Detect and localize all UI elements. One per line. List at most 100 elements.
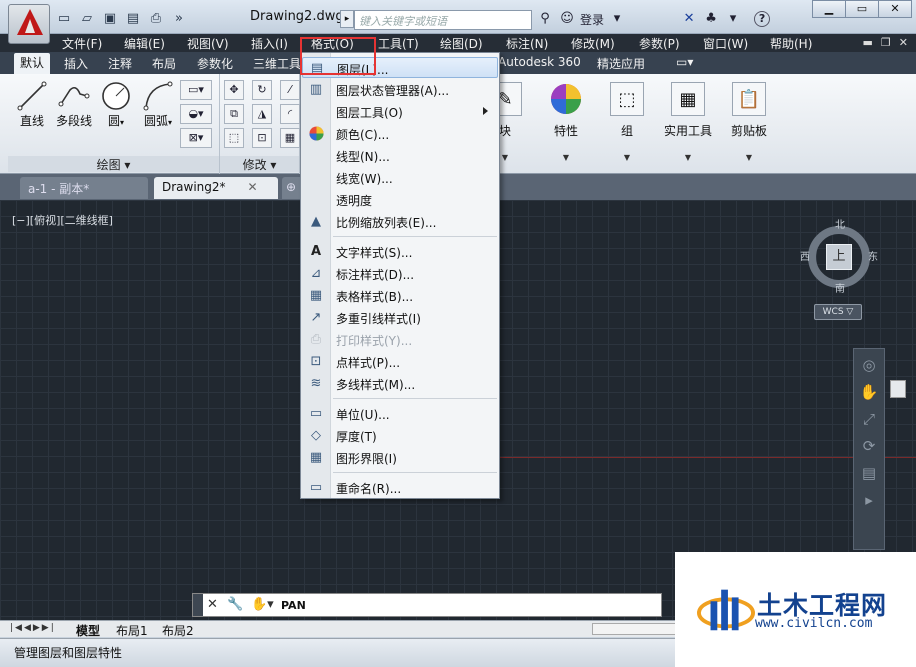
- tab-insert[interactable]: 插入: [64, 55, 88, 72]
- application-menu-button[interactable]: [8, 4, 50, 44]
- save-as-icon[interactable]: ▤: [123, 8, 143, 28]
- menu-item-dim-style[interactable]: ⊿ 标注样式(D)...: [302, 263, 498, 284]
- viewcube[interactable]: 上 北 南 东 西: [800, 220, 878, 295]
- menu-item-thickness[interactable]: ◇ 厚度(T): [302, 425, 498, 446]
- mirror-icon[interactable]: ◮: [252, 104, 272, 124]
- showmotion-icon[interactable]: ▤: [857, 462, 881, 484]
- arc-tool[interactable]: 圆弧▾: [136, 80, 180, 129]
- menu-item-layer-tools[interactable]: 图层工具(O): [302, 101, 498, 122]
- circle-tool[interactable]: 圆▾: [96, 80, 136, 129]
- menu-item-mleader-style[interactable]: ↗ 多重引线样式(I): [302, 307, 498, 328]
- menu-file[interactable]: 文件(F): [62, 35, 102, 52]
- menu-modify[interactable]: 修改(M): [571, 35, 615, 52]
- minimize-button[interactable]: ▁: [812, 0, 846, 18]
- command-close-icon[interactable]: ✕: [207, 597, 218, 612]
- steering-wheel-icon[interactable]: ◎: [857, 354, 881, 376]
- help-icon[interactable]: ?: [754, 11, 771, 27]
- new-file-icon[interactable]: ▭: [54, 8, 74, 28]
- layout-nav-icons[interactable]: |◀◀▶▶|: [10, 623, 56, 633]
- menu-item-point-style[interactable]: ⊡ 点样式(P)...: [302, 351, 498, 372]
- menu-parametric[interactable]: 参数(P): [639, 35, 680, 52]
- signin-label[interactable]: 登录: [580, 11, 604, 28]
- exchange-icon[interactable]: ✕: [680, 10, 698, 28]
- doc-restore-icon[interactable]: ❐: [881, 36, 891, 49]
- tab-parametric[interactable]: 参数化: [197, 55, 233, 72]
- print-icon[interactable]: ⎙: [146, 8, 166, 28]
- wcs-menu[interactable]: WCS ▽: [814, 304, 862, 320]
- tab-autodesk-360[interactable]: Autodesk 360: [498, 55, 581, 69]
- tab-annotate[interactable]: 注释: [108, 55, 132, 72]
- user-icon[interactable]: ☺: [558, 10, 576, 28]
- menu-item-layer-state[interactable]: ▥ 图层状态管理器(A)...: [302, 79, 498, 100]
- properties-panel[interactable]: 特性 ▼: [537, 74, 595, 162]
- layout-tab-model[interactable]: 模型: [76, 622, 100, 639]
- menu-dimension[interactable]: 标注(N): [506, 35, 548, 52]
- rectangle-button[interactable]: ▭▾: [180, 80, 212, 100]
- open-file-icon[interactable]: ▱: [77, 8, 97, 28]
- copy-icon[interactable]: ⧉: [224, 104, 244, 124]
- menu-item-scale-list[interactable]: ▲ 比例缩放列表(E)...: [302, 211, 498, 232]
- tab-3d-tools[interactable]: 三维工具: [253, 55, 301, 72]
- doc-tab-drawing2[interactable]: Drawing2* ✕: [154, 177, 278, 199]
- gradient-button[interactable]: ⊠▾: [180, 128, 212, 148]
- menu-insert[interactable]: 插入(I): [251, 35, 288, 52]
- clipboard-dropdown-icon[interactable]: ▼: [720, 153, 778, 162]
- polyline-tool[interactable]: 多段线: [52, 80, 96, 129]
- viewcube-top-face[interactable]: 上: [826, 244, 852, 270]
- menu-item-units[interactable]: ▭ 单位(U)...: [302, 403, 498, 424]
- command-line[interactable]: ✕ 🔧 ✋▾ PAN: [192, 593, 662, 617]
- menu-view[interactable]: 视图(V): [187, 35, 229, 52]
- utilities-dropdown-icon[interactable]: ▼: [659, 153, 717, 162]
- menu-edit[interactable]: 编辑(E): [124, 35, 165, 52]
- move-icon[interactable]: ✥: [224, 80, 244, 100]
- draw-panel-title[interactable]: 绘图 ▾: [8, 156, 219, 172]
- stretch-icon[interactable]: ⬚: [224, 128, 244, 148]
- pan-icon[interactable]: ✋: [857, 381, 881, 403]
- app-store-icon[interactable]: ♣: [702, 10, 720, 28]
- tab-layout[interactable]: 布局: [152, 55, 176, 72]
- rotate-icon[interactable]: ↻: [252, 80, 272, 100]
- menu-item-lineweight[interactable]: 线宽(W)...: [302, 167, 498, 188]
- more-dropdown-icon[interactable]: ▾: [724, 10, 742, 28]
- trim-icon[interactable]: ⁄: [280, 80, 300, 100]
- line-tool[interactable]: 直线: [14, 80, 50, 129]
- menu-item-mline-style[interactable]: ≋ 多线样式(M)...: [302, 373, 498, 394]
- save-icon[interactable]: ▣: [100, 8, 120, 28]
- menu-item-rename[interactable]: ▭ 重命名(R)...: [302, 477, 498, 498]
- tab-default[interactable]: 默认: [14, 53, 51, 74]
- modify-panel-title[interactable]: 修改 ▾: [220, 156, 299, 172]
- scale-icon[interactable]: ⊡: [252, 128, 272, 148]
- utilities-panel[interactable]: ▦ 实用工具 ▼: [659, 74, 717, 162]
- menu-tools[interactable]: 工具(T): [378, 35, 419, 52]
- array-icon[interactable]: ▦: [280, 128, 300, 148]
- group-panel[interactable]: ⬚ 组 ▼: [598, 74, 656, 162]
- group-dropdown-icon[interactable]: ▼: [598, 153, 656, 162]
- menu-item-color[interactable]: 颜色(C)...: [302, 123, 498, 144]
- doc-tab-close-icon[interactable]: ✕: [248, 180, 258, 194]
- clipboard-panel[interactable]: 📋 剪贴板 ▼: [720, 74, 778, 162]
- maximize-button[interactable]: ▭: [845, 0, 879, 18]
- orbit-icon[interactable]: ⟳: [857, 435, 881, 457]
- doc-tab-a1-copy[interactable]: a-1 - 副本*: [20, 177, 148, 199]
- properties-dropdown-icon[interactable]: ▼: [537, 153, 595, 162]
- fillet-icon[interactable]: ◜: [280, 104, 300, 124]
- tab-featured-apps[interactable]: 精选应用: [597, 55, 645, 72]
- menu-window[interactable]: 窗口(W): [703, 35, 748, 52]
- hatch-button[interactable]: ◒▾: [180, 104, 212, 124]
- menu-item-transparency[interactable]: 透明度: [302, 189, 498, 210]
- doc-minimize-icon[interactable]: ▬: [863, 36, 873, 49]
- command-history-icon[interactable]: ✋▾: [251, 597, 274, 612]
- zoom-extents-icon[interactable]: ⤢: [857, 408, 881, 430]
- viewport-controls[interactable]: [−][俯视][二维线框]: [12, 212, 113, 228]
- qat-more-icon[interactable]: »: [169, 8, 189, 28]
- arc-dropdown-icon[interactable]: ▾: [168, 118, 172, 127]
- command-grip-handle[interactable]: [193, 594, 203, 616]
- vertical-scrollbar[interactable]: [890, 380, 906, 398]
- ribbon-toggle-icon[interactable]: ▭▾: [676, 55, 693, 69]
- close-button[interactable]: ✕: [878, 0, 912, 18]
- search-expand-icon[interactable]: ▸: [340, 10, 354, 28]
- signin-dropdown-icon[interactable]: ▾: [608, 10, 626, 28]
- menu-draw[interactable]: 绘图(D): [440, 35, 483, 52]
- search-input[interactable]: 键入关键字或短语: [354, 10, 532, 30]
- navbar-menu-icon[interactable]: ▸: [857, 489, 881, 511]
